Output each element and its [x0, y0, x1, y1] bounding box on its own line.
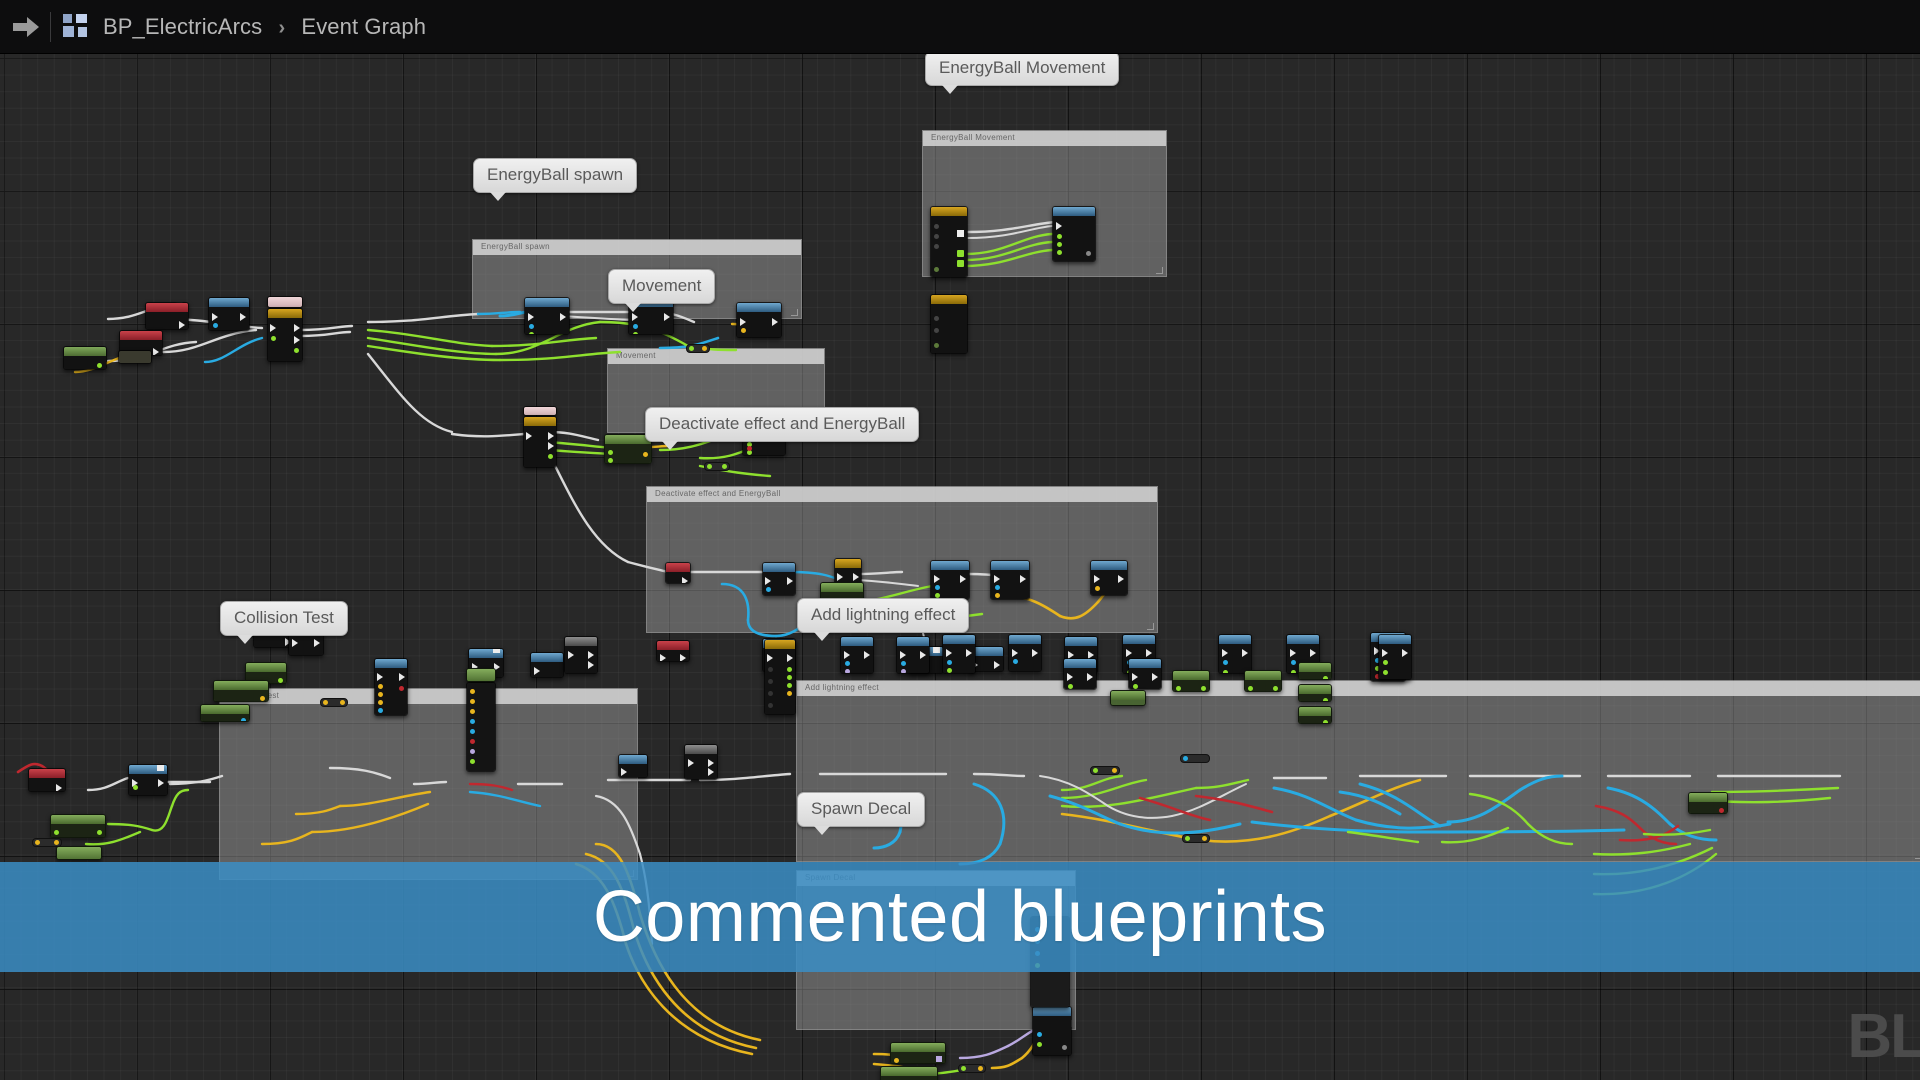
- reroute-node[interactable]: [118, 350, 152, 364]
- function-node[interactable]: [1218, 634, 1252, 674]
- variable-node[interactable]: [1172, 670, 1210, 692]
- variable-node[interactable]: [200, 704, 250, 722]
- function-node[interactable]: [524, 297, 570, 335]
- breadcrumb: BP_ElectricArcs › Event Graph: [103, 14, 426, 40]
- timeline-node[interactable]: [764, 639, 796, 715]
- watermark: BL: [1847, 1002, 1920, 1071]
- timeline-node[interactable]: [523, 416, 557, 468]
- macro-node[interactable]: [564, 636, 598, 674]
- callout-label: Collision Test: [220, 601, 348, 644]
- blueprint-editor-window: BP_ElectricArcs › Event Graph EnergyBall…: [0, 0, 1920, 1080]
- function-node[interactable]: [618, 754, 648, 778]
- function-node[interactable]: [1090, 560, 1128, 596]
- event-node[interactable]: [63, 346, 107, 370]
- variable-node[interactable]: [1244, 670, 1282, 692]
- toolbar-divider: [50, 11, 51, 42]
- sequence-node[interactable]: [523, 406, 557, 416]
- callout-label: Add lightning effect: [797, 598, 970, 641]
- function-node[interactable]: [1008, 634, 1042, 672]
- macro-node[interactable]: [684, 744, 718, 780]
- breadcrumb-blueprint-name[interactable]: BP_ElectricArcs: [103, 14, 262, 39]
- reroute-node[interactable]: [1182, 834, 1210, 843]
- arrow-right-icon[interactable]: [6, 0, 46, 54]
- variable-node[interactable]: [1110, 690, 1146, 706]
- reroute-node[interactable]: [704, 462, 730, 471]
- callout-label: Deactivate effect and EnergyBall: [645, 407, 920, 450]
- variable-node[interactable]: [880, 1066, 938, 1080]
- event-node[interactable]: [656, 640, 690, 662]
- callout-label: Spawn Decal: [797, 792, 926, 835]
- function-node[interactable]: [128, 764, 168, 796]
- function-node[interactable]: [736, 302, 782, 338]
- event-node[interactable]: [930, 206, 968, 278]
- reroute-node[interactable]: [320, 698, 348, 707]
- variable-node[interactable]: [50, 814, 106, 838]
- function-node[interactable]: [1052, 206, 1096, 262]
- function-node[interactable]: [374, 658, 408, 716]
- reroute-node[interactable]: [32, 838, 62, 847]
- function-node[interactable]: [530, 652, 564, 678]
- reroute-node[interactable]: [958, 1064, 986, 1073]
- variable-node[interactable]: [890, 1042, 946, 1064]
- function-node[interactable]: [942, 634, 976, 674]
- sequence-node[interactable]: [267, 296, 303, 308]
- callout-label: Movement: [608, 269, 716, 312]
- function-node[interactable]: [208, 297, 250, 331]
- function-node[interactable]: [990, 560, 1030, 600]
- reroute-node[interactable]: [686, 344, 710, 353]
- variable-node[interactable]: [1298, 662, 1332, 680]
- reroute-node[interactable]: [1180, 754, 1210, 763]
- function-node[interactable]: [930, 560, 970, 600]
- variable-node[interactable]: [1298, 706, 1332, 724]
- function-node[interactable]: [896, 636, 930, 674]
- toolbar: BP_ElectricArcs › Event Graph: [0, 0, 1920, 54]
- callout-label: EnergyBall spawn: [473, 158, 638, 201]
- variable-node[interactable]: [1298, 684, 1332, 702]
- variable-node[interactable]: [604, 434, 652, 464]
- event-node[interactable]: [930, 294, 968, 354]
- event-node[interactable]: [145, 302, 189, 330]
- lower-third-banner: Commented blueprints: [0, 862, 1920, 972]
- function-node[interactable]: [1128, 658, 1162, 690]
- breadcrumb-graph-name[interactable]: Event Graph: [301, 14, 426, 39]
- function-node[interactable]: [1063, 658, 1097, 690]
- function-node[interactable]: [1378, 634, 1412, 680]
- function-node[interactable]: [1032, 1006, 1072, 1056]
- timeline-node[interactable]: [267, 308, 303, 362]
- callout-label: EnergyBall Movement: [925, 51, 1120, 94]
- banner-text: Commented blueprints: [592, 877, 1328, 957]
- reroute-node[interactable]: [1090, 766, 1120, 775]
- event-node[interactable]: [28, 768, 66, 792]
- function-node[interactable]: [762, 562, 796, 596]
- variable-node[interactable]: [466, 668, 496, 682]
- variable-node[interactable]: [213, 680, 269, 702]
- breadcrumb-separator: ›: [278, 16, 286, 39]
- variable-node[interactable]: [56, 846, 102, 860]
- event-node[interactable]: [665, 562, 691, 584]
- array-node[interactable]: [466, 682, 496, 772]
- function-node[interactable]: [840, 636, 874, 674]
- variable-node[interactable]: [1688, 792, 1728, 814]
- blueprint-grid-icon: [63, 13, 89, 40]
